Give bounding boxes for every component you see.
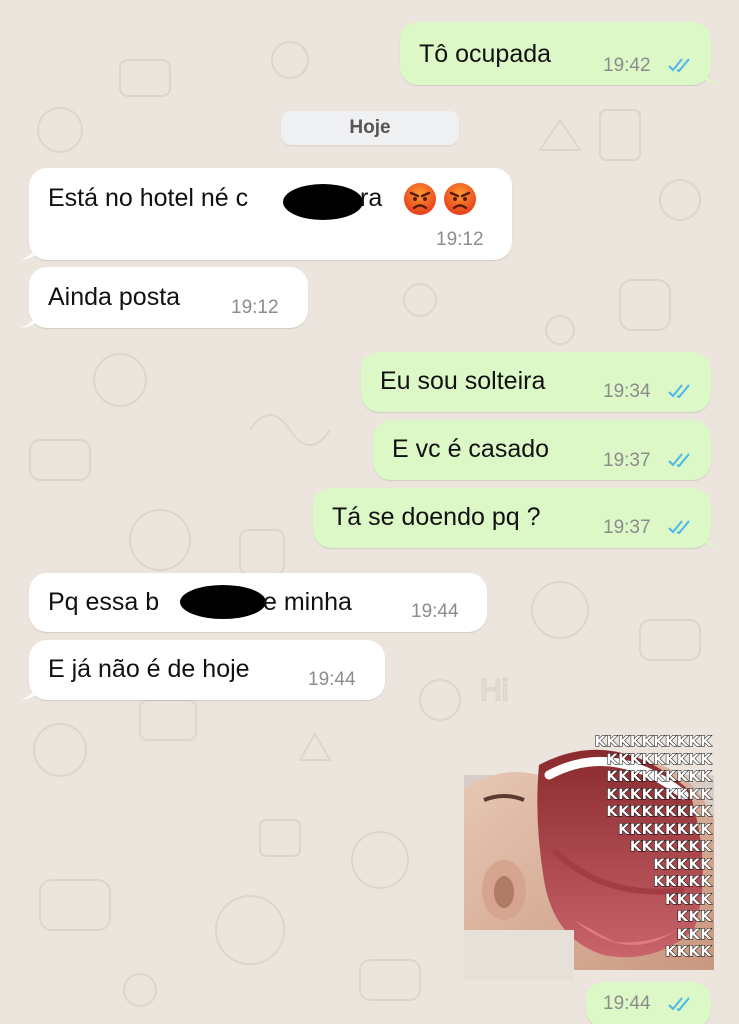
message-time: 19:44: [308, 669, 356, 690]
message-text: Tá se doendo pq ?: [332, 503, 541, 531]
read-ticks-icon: [668, 384, 690, 399]
redaction-mark: [283, 184, 363, 220]
sticker-laugh-line: KKKKK: [653, 874, 712, 891]
sticker-laugh-line: KKKK: [665, 891, 712, 908]
bubble-tail: [20, 309, 39, 328]
bubble-tail: [20, 681, 39, 700]
message-time: 19:44: [603, 993, 651, 1014]
read-ticks-icon: [668, 453, 690, 468]
read-ticks-icon: [668, 520, 690, 535]
bubble-tail: [702, 66, 721, 85]
angry-face-icon: [404, 183, 436, 215]
message-text-continued: ra: [360, 184, 383, 212]
message-text: Ainda posta: [48, 283, 181, 311]
message-text: Tô ocupada: [419, 40, 552, 68]
bubble-tail: [20, 241, 39, 260]
message-time: 19:42: [603, 55, 651, 76]
sticker-laugh-line: KKKKK: [653, 856, 712, 873]
message-time: 19:34: [603, 381, 651, 402]
message-text: E já não é de hoje: [48, 655, 250, 683]
message-text: E vc é casado: [392, 435, 550, 463]
date-divider: Hoje: [281, 111, 459, 145]
sticker-laugh-line: KKKKKKKKK: [606, 751, 712, 768]
read-ticks-icon: [668, 997, 690, 1012]
message-time: 19:44: [411, 601, 459, 622]
message-time: 19:37: [603, 517, 651, 538]
sticker-laugh-line: KKKK: [665, 944, 712, 961]
message-time: 19:12: [231, 297, 279, 318]
message-text: Eu sou solteira: [380, 367, 546, 395]
sticker-laugh-line: KKKKKKKKKK: [594, 734, 712, 751]
svg-text:Hi: Hi: [480, 674, 508, 707]
bubble-tail: [702, 529, 721, 548]
angry-face-icon: [444, 183, 476, 215]
read-ticks-icon: [668, 58, 690, 73]
laughing-sticker[interactable]: KKKKKKKKKK KKKKKKKKK KKKKKKKKK KKKKKKKKK KKK…: [454, 730, 714, 990]
message-text: Pq essa b: [48, 588, 160, 616]
sticker-laugh-line: KKK: [676, 926, 712, 943]
message-text: Está no hotel né c: [48, 184, 249, 212]
sticker-laugh-line: KKKKKKKKK: [606, 769, 712, 786]
message-time: 19:12: [436, 229, 484, 250]
laughing-face-image: [454, 749, 714, 990]
message-text-continued: e minha: [263, 588, 352, 616]
message-time: 19:37: [603, 450, 651, 471]
sticker-laugh-line: KKKKKKKK: [618, 821, 712, 838]
redaction-mark: [180, 585, 266, 619]
sticker-laugh-line: KKKKKKK: [629, 839, 712, 856]
sticker-laugh-line: KKK: [676, 909, 712, 926]
sticker-laugh-line: KKKKKKKKK: [606, 804, 712, 821]
sticker-laugh-line: KKKKKKKKK: [606, 786, 712, 803]
